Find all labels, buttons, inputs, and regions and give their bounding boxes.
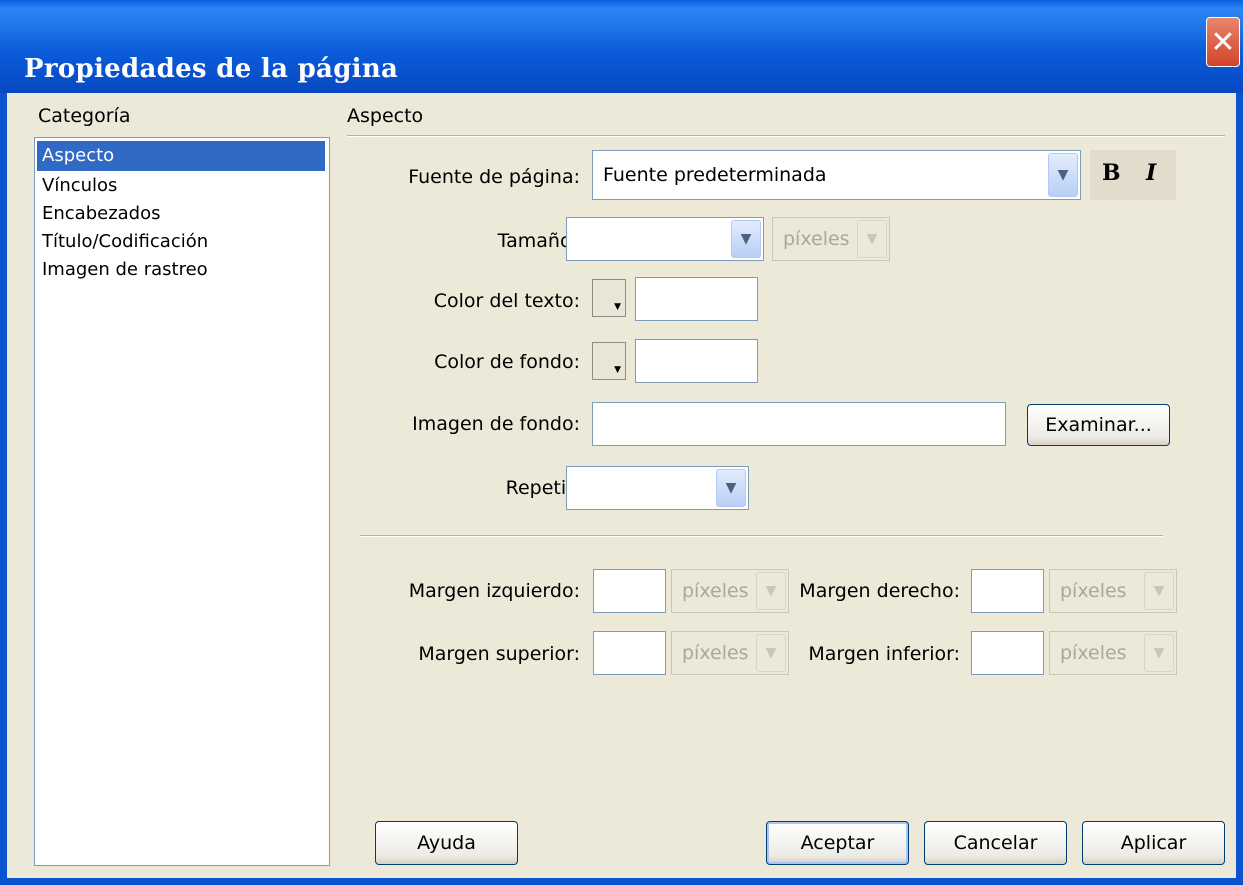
chevron-down-icon[interactable]: ▼ [1048, 153, 1078, 197]
ok-button[interactable]: Aceptar [766, 821, 909, 865]
category-item-imagen-rastreo[interactable]: Imagen de rastreo [37, 255, 208, 285]
category-item-vinculos[interactable]: Vínculos [37, 171, 117, 201]
margin-left-label: Margen izquierdo: [408, 580, 580, 602]
text-color-input[interactable] [635, 277, 758, 321]
window-frame-right [1236, 93, 1243, 885]
category-item-aspecto[interactable]: Aspecto [37, 141, 325, 171]
swatch-dropdown-icon: ▼ [614, 302, 621, 312]
cancel-button[interactable]: Cancelar [924, 821, 1067, 865]
chevron-down-icon: ▼ [857, 220, 887, 258]
margin-bottom-label: Margen inferior: [808, 643, 960, 665]
margin-left-input[interactable] [593, 569, 666, 613]
section-divider [360, 535, 1163, 537]
chevron-down-icon[interactable]: ▼ [716, 469, 746, 507]
repeat-select[interactable]: ▼ [566, 466, 749, 510]
margin-left-unit: píxeles [682, 580, 749, 602]
bg-image-input[interactable] [592, 402, 1006, 446]
margin-bottom-input[interactable] [971, 631, 1044, 675]
bold-button[interactable]: B [1102, 160, 1121, 186]
repeat-label: Repetir: [505, 477, 580, 499]
margin-right-input[interactable] [971, 569, 1044, 613]
chevron-down-icon: ▼ [1144, 572, 1174, 610]
margin-bottom-unit-select[interactable]: píxeles ▼ [1049, 631, 1177, 675]
size-unit-value: píxeles [783, 228, 850, 250]
margin-top-unit: píxeles [682, 642, 749, 664]
window-frame-bottom [0, 878, 1243, 885]
margin-right-label: Margen derecho: [799, 580, 960, 602]
chevron-down-icon: ▼ [1144, 634, 1174, 672]
apply-button[interactable]: Aplicar [1082, 821, 1225, 865]
heading-divider [347, 135, 1225, 137]
close-icon: ✕ [1210, 25, 1236, 60]
font-label: Fuente de página: [408, 166, 580, 188]
size-unit-select[interactable]: píxeles ▼ [772, 217, 890, 261]
window-title: Propiedades de la página [24, 54, 399, 84]
margin-top-input[interactable] [593, 631, 666, 675]
margin-top-label: Margen superior: [418, 643, 580, 665]
page-properties-dialog: Propiedades de la página ✕ Categoría Asp… [0, 0, 1243, 885]
margin-right-unit-select[interactable]: píxeles ▼ [1049, 569, 1177, 613]
browse-button[interactable]: Examinar... [1027, 404, 1170, 446]
close-button[interactable]: ✕ [1206, 17, 1240, 67]
category-item-titulo-codificacion[interactable]: Título/Codificación [37, 227, 208, 257]
category-label: Categoría [38, 105, 131, 127]
swatch-dropdown-icon: ▼ [614, 365, 621, 375]
chevron-down-icon[interactable]: ▼ [731, 220, 761, 258]
size-label: Tamaño: [497, 230, 578, 252]
size-select[interactable]: ▼ [566, 217, 764, 261]
title-bar[interactable]: Propiedades de la página ✕ [0, 0, 1243, 93]
category-list[interactable]: Aspecto Vínculos Encabezados Título/Codi… [34, 137, 330, 866]
font-style-buttons: B I [1090, 150, 1176, 200]
category-item-encabezados[interactable]: Encabezados [37, 199, 161, 229]
color-swatch-icon[interactable]: ▼ [592, 279, 626, 317]
margin-bottom-unit: píxeles [1060, 642, 1127, 664]
font-select[interactable]: Fuente predeterminada ▼ [592, 150, 1081, 200]
bg-image-label: Imagen de fondo: [412, 413, 580, 435]
text-color-label: Color del texto: [433, 290, 580, 312]
color-swatch-icon[interactable]: ▼ [592, 342, 626, 380]
font-select-value: Fuente predeterminada [603, 164, 827, 186]
italic-button[interactable]: I [1146, 160, 1156, 186]
panel-heading: Aspecto [347, 105, 424, 127]
window-frame-left [0, 93, 7, 885]
bg-color-input[interactable] [635, 339, 758, 383]
help-button[interactable]: Ayuda [375, 821, 518, 865]
margin-right-unit: píxeles [1060, 580, 1127, 602]
bg-color-label: Color de fondo: [434, 351, 580, 373]
